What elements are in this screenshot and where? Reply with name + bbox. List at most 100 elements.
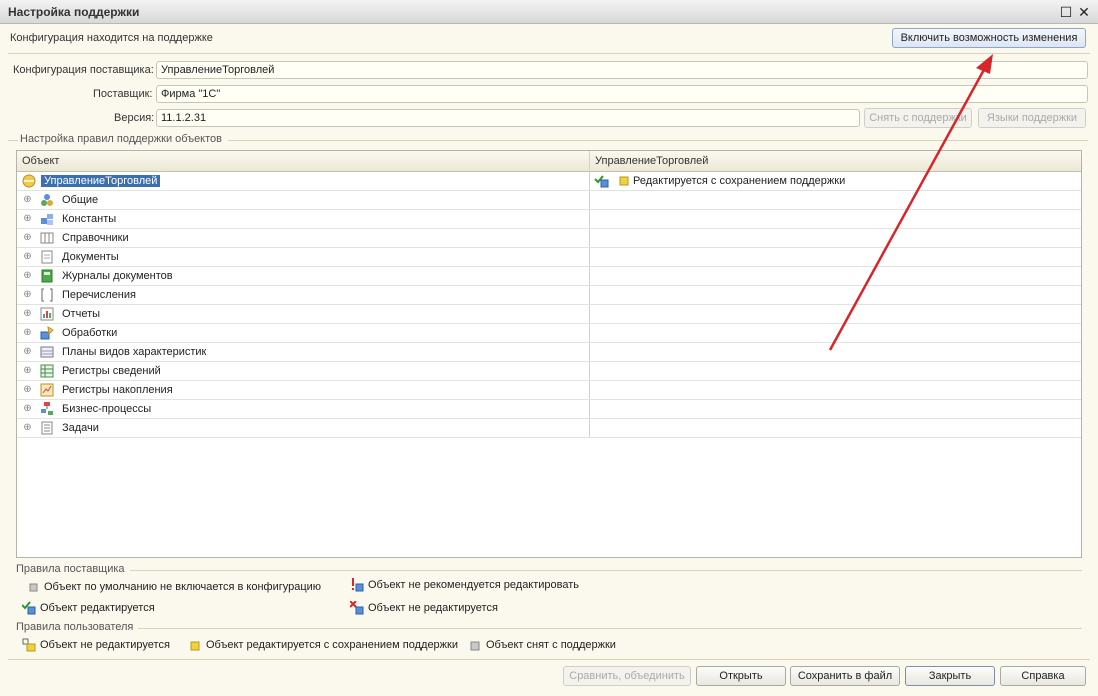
legend-item: Объект по умолчанию не включается в конф… xyxy=(26,580,321,594)
table-row[interactable]: ⊕ Документы xyxy=(17,248,1081,267)
support-rules-tree[interactable]: Объект УправлениеТорговлей УправлениеТор… xyxy=(16,150,1082,558)
expand-icon[interactable]: ⊕ xyxy=(23,423,32,433)
table-row[interactable]: ⊕ Регистры накопления xyxy=(17,381,1081,400)
expand-icon[interactable]: ⊕ xyxy=(23,271,32,281)
legend-item: Объект редактируется xyxy=(22,601,155,615)
table-row[interactable]: ⊕ Регистры сведений xyxy=(17,362,1081,381)
user-edited-keep-support-icon xyxy=(619,176,629,186)
table-row[interactable]: ⊕ Планы видов характеристик xyxy=(17,343,1081,362)
open-button[interactable]: Открыть xyxy=(696,666,786,686)
row-label: Документы xyxy=(62,251,119,263)
constants-icon xyxy=(41,214,53,225)
data-processors-icon xyxy=(40,326,54,340)
legend-item: Объект не редактируется xyxy=(350,601,498,615)
expand-icon[interactable]: ⊕ xyxy=(23,233,32,243)
row-label: Задачи xyxy=(62,422,99,434)
save-to-file-button[interactable]: Сохранить в файл xyxy=(790,666,900,686)
row-label: Отчеты xyxy=(62,308,101,320)
group-line xyxy=(130,570,1082,571)
table-row-root[interactable]: УправлениеТорговлей Редактируется с сохр… xyxy=(17,172,1081,191)
enable-changes-button[interactable]: Включить возможность изменения xyxy=(892,28,1086,48)
not-recommended-icon xyxy=(352,578,364,592)
group-line xyxy=(8,140,18,141)
table-row[interactable]: ⊕ Перечисления xyxy=(17,286,1081,305)
remove-support-button[interactable]: Снять с поддержки xyxy=(864,108,972,128)
vendor-config-field[interactable]: УправлениеТорговлей xyxy=(156,61,1088,79)
expand-icon[interactable]: ⊕ xyxy=(23,195,32,205)
table-row[interactable]: ⊕ Журналы документов xyxy=(17,267,1081,286)
close-button[interactable]: Закрыть xyxy=(905,666,995,686)
lock-icon xyxy=(22,638,36,652)
root-support-status: Редактируется с сохранением поддержки xyxy=(633,175,846,187)
expand-icon[interactable]: ⊕ xyxy=(23,404,32,414)
compare-merge-button[interactable]: Сравнить, объединить xyxy=(563,666,691,686)
enumerations-icon xyxy=(41,288,53,302)
vendor-rules-title: Правила поставщика xyxy=(16,563,125,575)
support-status-text: Конфигурация находится на поддержке xyxy=(10,32,213,44)
row-label: Планы видов характеристик xyxy=(62,346,207,358)
row-label: Константы xyxy=(62,213,117,225)
edited-keep-support-icon xyxy=(190,641,200,651)
table-header: Объект УправлениеТорговлей xyxy=(17,151,1081,172)
expand-icon[interactable]: ⊕ xyxy=(23,347,32,357)
legend-item: Объект не рекомендуется редактировать xyxy=(350,578,579,592)
row-label: Регистры сведений xyxy=(62,365,161,377)
row-label: Регистры накопления xyxy=(62,384,173,396)
table-row[interactable]: ⊕ Общие xyxy=(17,191,1081,210)
table-row[interactable]: ⊕ Задачи xyxy=(17,419,1081,438)
column-header-config[interactable]: УправлениеТорговлей xyxy=(595,155,708,167)
vendor-field[interactable]: Фирма "1С" xyxy=(156,85,1088,103)
tasks-icon xyxy=(41,421,53,435)
table-row[interactable]: ⊕ Бизнес-процессы xyxy=(17,400,1081,419)
common-icon xyxy=(41,194,53,206)
expand-icon[interactable]: ⊕ xyxy=(23,366,32,376)
group-line xyxy=(228,140,1088,141)
accumulation-registers-icon xyxy=(40,383,54,397)
vendor-label: Поставщик: xyxy=(93,88,153,100)
not-included-icon xyxy=(29,583,38,592)
help-button[interactable]: Справка xyxy=(1000,666,1086,686)
document-journals-icon xyxy=(41,269,53,283)
row-label: Журналы документов xyxy=(62,270,173,282)
table-row[interactable]: ⊕ Обработки xyxy=(17,324,1081,343)
row-label: Справочники xyxy=(62,232,129,244)
expand-icon[interactable]: ⊕ xyxy=(23,385,32,395)
edited-icon xyxy=(22,601,36,615)
expand-icon[interactable]: ⊕ xyxy=(23,290,32,300)
root-label[interactable]: УправлениеТорговлей xyxy=(41,175,161,187)
window-title: Настройка поддержки xyxy=(8,5,140,19)
row-label: Перечисления xyxy=(62,289,136,301)
table-row[interactable]: ⊕ Отчеты xyxy=(17,305,1081,324)
catalogs-icon xyxy=(40,232,54,244)
expand-icon[interactable]: ⊕ xyxy=(23,328,32,338)
version-label: Версия: xyxy=(114,112,155,124)
close-icon[interactable]: ✕ xyxy=(1076,4,1092,20)
documents-icon xyxy=(41,250,53,264)
row-label: Общие xyxy=(62,194,99,206)
window-titlebar: Настройка поддержки ☐ ✕ xyxy=(0,0,1098,24)
version-field[interactable]: 11.1.2.31 xyxy=(156,109,860,127)
table-row[interactable]: ⊕ Справочники xyxy=(17,229,1081,248)
legend-item: Объект снят с поддержки xyxy=(468,638,616,652)
not-edited-icon xyxy=(350,601,364,615)
reports-icon xyxy=(40,307,54,321)
divider xyxy=(8,659,1090,660)
expand-icon[interactable]: ⊕ xyxy=(23,214,32,224)
row-label: Обработки xyxy=(62,327,118,339)
group-line xyxy=(138,628,1082,629)
vendor-config-label: Конфигурация поставщика: xyxy=(13,64,154,76)
user-rules-title: Правила пользователя xyxy=(16,621,134,633)
expand-icon[interactable]: ⊕ xyxy=(23,252,32,262)
rules-group-title: Настройка правил поддержки объектов xyxy=(20,133,222,145)
legend-item: Объект редактируется с сохранением подде… xyxy=(188,638,458,652)
removed-from-support-icon xyxy=(470,641,480,651)
expand-icon[interactable]: ⊕ xyxy=(23,309,32,319)
business-processes-icon xyxy=(41,402,53,415)
characteristic-types-icon xyxy=(40,346,54,358)
maximize-icon[interactable]: ☐ xyxy=(1058,4,1074,20)
column-header-object[interactable]: Объект xyxy=(22,155,59,167)
configuration-root-icon xyxy=(22,174,36,188)
row-label: Бизнес-процессы xyxy=(62,403,152,415)
table-row[interactable]: ⊕ Константы xyxy=(17,210,1081,229)
support-languages-button[interactable]: Языки поддержки xyxy=(978,108,1086,128)
